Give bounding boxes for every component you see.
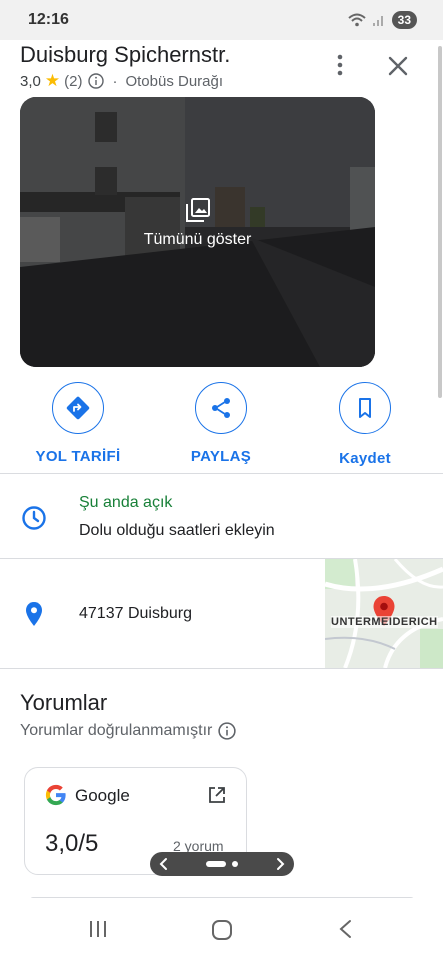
pager-pill [206, 861, 226, 867]
scrollbar[interactable] [438, 46, 442, 398]
map-thumbnail[interactable]: UNTERMEIDERICH [325, 559, 443, 668]
info-icon[interactable] [88, 73, 105, 89]
place-title: Duisburg Spichernstr. [20, 42, 231, 67]
place-meta: 3,0 ★ (2) · Otobüs Durağı [20, 71, 223, 91]
directions-circle [52, 382, 104, 434]
pager-indicator [206, 861, 238, 867]
status-time: 12:16 [28, 11, 69, 28]
open-status[interactable]: Şu anda açık [79, 494, 172, 512]
directions-icon [66, 396, 90, 420]
rating-value: 3,0 [20, 72, 41, 90]
divider [0, 668, 443, 669]
pager-dot [232, 861, 238, 867]
share-button[interactable]: PAYLAŞ [166, 382, 276, 465]
clock-icon [22, 506, 46, 530]
info-icon[interactable] [218, 722, 237, 740]
map-area-label: UNTERMEIDERICH [331, 616, 438, 628]
status-icons: 33 [347, 11, 417, 29]
status-bar: 12:16 33 [0, 0, 443, 40]
open-external-icon[interactable] [208, 786, 226, 804]
photo-library-icon [185, 198, 210, 222]
share-circle [195, 382, 247, 434]
save-circle [339, 382, 391, 434]
address-text[interactable]: 47137 Duisburg [79, 605, 192, 623]
more-options-button[interactable] [328, 52, 352, 78]
floating-pager [150, 852, 294, 876]
separator-dot: · [112, 72, 118, 90]
directions-button[interactable]: YOL TARİFİ [23, 382, 133, 465]
signal-icon [372, 16, 383, 26]
more-vert-icon [337, 54, 343, 76]
chevron-right-icon[interactable] [274, 857, 286, 871]
back-icon[interactable] [336, 918, 356, 940]
system-nav-bar [0, 898, 443, 960]
review-count[interactable]: (2) [64, 73, 82, 90]
chevron-left-icon[interactable] [158, 857, 170, 871]
google-logo-icon [45, 784, 66, 806]
save-button[interactable]: Kaydet [310, 382, 420, 467]
directions-label: YOL TARİFİ [35, 448, 121, 465]
show-all-overlay[interactable]: Tümünü göster [20, 197, 375, 249]
recent-apps-icon[interactable] [87, 918, 109, 940]
location-pin-icon [26, 602, 42, 626]
share-icon [212, 398, 230, 418]
save-label: Kaydet [339, 450, 391, 467]
bookmark-icon [359, 398, 371, 418]
close-button[interactable] [384, 52, 412, 80]
show-all-label: Tümünü göster [143, 231, 252, 248]
share-label: PAYLAŞ [190, 448, 252, 465]
divider [0, 473, 443, 474]
review-source-name: Google [75, 786, 130, 805]
reviews-subtitle: Yorumlar doğrulanmamıştır [20, 722, 237, 740]
review-score: 3,0/5 [45, 830, 99, 857]
reviews-unverified-text: Yorumlar doğrulanmamıştır [20, 722, 213, 739]
place-category: Otobüs Durağı [125, 72, 224, 90]
home-icon[interactable] [210, 918, 234, 942]
place-photo[interactable]: Tümünü göster [20, 97, 375, 367]
add-hours-link[interactable]: Dolu olduğu saatleri ekleyin [79, 522, 275, 540]
star-icon: ★ [44, 71, 61, 90]
close-icon [388, 56, 408, 76]
battery-badge: 33 [391, 11, 417, 29]
wifi-icon [347, 13, 366, 27]
reviews-heading: Yorumlar [20, 690, 108, 715]
